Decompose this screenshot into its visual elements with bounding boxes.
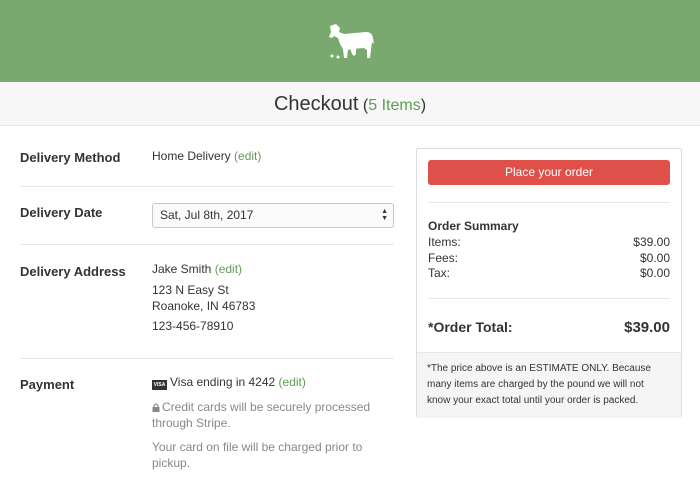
stripe-note-line2: through Stripe. <box>152 416 231 430</box>
payment-card: Visa ending in 4242 <box>170 375 276 389</box>
delivery-address-label: Delivery Address <box>20 264 126 279</box>
delivery-method-value-row: Home Delivery (edit) <box>152 149 261 163</box>
item-count-link[interactable]: 5 Items <box>368 97 420 114</box>
divider <box>428 298 670 299</box>
charge-note-line2: pickup. <box>152 456 191 470</box>
delivery-date-selected: Sat, Jul 8th, 2017 <box>160 208 254 222</box>
divider <box>20 358 394 359</box>
estimate-note-line3: know your exact total until your order i… <box>427 395 639 406</box>
tax-value: $0.00 <box>639 266 670 280</box>
order-summary-panel: Place your order Order Summary Items: $3… <box>416 148 682 418</box>
delivery-date-label: Delivery Date <box>20 205 103 220</box>
estimate-note: *The price above is an ESTIMATE ONLY. Be… <box>417 352 681 418</box>
page-title: Checkout <box>273 93 359 115</box>
delivery-date-select[interactable]: Sat, Jul 8th, 2017 ▲ ▼ <box>152 203 394 228</box>
count-close-paren: ) <box>420 97 427 114</box>
estimate-note-line2: many items are charged by the pound we w… <box>427 379 644 390</box>
divider <box>20 186 394 187</box>
delivery-method-edit-link[interactable]: (edit) <box>234 149 261 163</box>
place-order-button[interactable]: Place your order <box>428 160 670 185</box>
address-street: 123 N Easy St <box>152 283 229 297</box>
summary-tax-row: Tax: $0.00 <box>428 266 670 280</box>
order-summary-title: Order Summary <box>428 219 519 233</box>
cow-logo-icon <box>329 24 374 59</box>
fees-label: Fees: <box>428 251 459 265</box>
visa-card-icon: VISA <box>152 380 167 390</box>
payment-label: Payment <box>20 377 75 392</box>
address-edit-link[interactable]: (edit) <box>215 262 242 276</box>
charge-note-line1: Your card on file will be charged prior … <box>152 440 363 454</box>
select-arrows-icon: ▲ ▼ <box>381 208 388 222</box>
delivery-method-value: Home Delivery <box>152 149 231 163</box>
payment-card-row: VISA Visa ending in 4242 (edit) <box>152 375 306 390</box>
summary-fees-row: Fees: $0.00 <box>428 251 670 265</box>
fees-value: $0.00 <box>639 251 670 265</box>
item-count: (5 Items) <box>363 97 426 114</box>
items-value: $39.00 <box>633 235 670 249</box>
charge-note: Your card on file will be charged prior … <box>152 439 362 471</box>
divider <box>20 244 394 245</box>
tax-label: Tax: <box>428 266 451 280</box>
lock-icon <box>152 403 160 412</box>
address-name: Jake Smith <box>152 262 212 276</box>
divider <box>428 202 670 203</box>
address-phone: 123-456-78910 <box>152 319 234 333</box>
address-city: Roanoke, IN 46783 <box>152 299 256 313</box>
checkout-header: Checkout (5 Items) <box>0 82 700 126</box>
order-total-value: $39.00 <box>624 319 670 336</box>
stripe-note: Credit cards will be securely processed … <box>152 399 370 431</box>
items-label: Items: <box>428 235 461 249</box>
delivery-method-label: Delivery Method <box>20 150 121 165</box>
summary-items-row: Items: $39.00 <box>428 235 670 249</box>
address-name-row: Jake Smith (edit) <box>152 262 242 276</box>
estimate-note-line1: *The price above is an ESTIMATE ONLY. Be… <box>427 363 651 374</box>
top-banner <box>0 0 700 82</box>
payment-edit-link[interactable]: (edit) <box>279 375 306 389</box>
order-total-row: *Order Total: $39.00 <box>428 319 670 336</box>
order-total-label: *Order Total: <box>428 319 513 335</box>
stripe-note-line1: Credit cards will be securely processed <box>162 400 371 414</box>
